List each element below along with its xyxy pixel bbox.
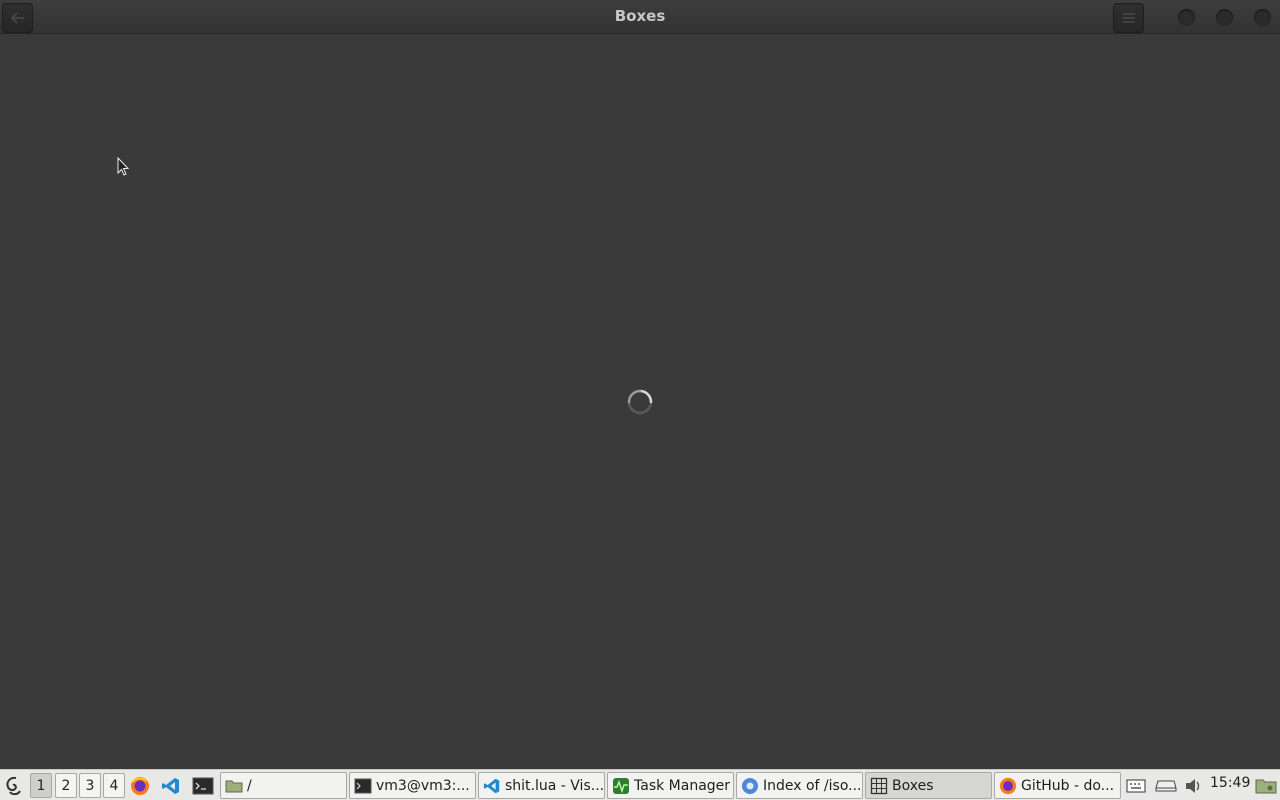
task-vscode[interactable]: shit.lua - Vis... [478, 772, 605, 799]
task-firefox[interactable]: GitHub - do... [994, 772, 1121, 799]
loading-spinner-icon [625, 387, 655, 417]
hamburger-menu-icon [1122, 9, 1136, 28]
task-label: vm3@vm3:... [376, 777, 470, 794]
firefox-icon[interactable] [129, 773, 151, 798]
task-boxes[interactable]: Boxes [865, 772, 992, 799]
workspace-4-button[interactable]: 4 [103, 773, 125, 798]
drive-icon[interactable] [1154, 773, 1178, 798]
workspace-1-button[interactable]: 1 [30, 773, 52, 798]
mouse-pointer-icon [117, 156, 130, 181]
workspace-3-button[interactable]: 3 [79, 773, 101, 798]
keyboard-icon[interactable] [1125, 773, 1147, 798]
task-manager-icon [612, 777, 630, 795]
task-file-manager[interactable]: / [220, 772, 347, 799]
task-label: shit.lua - Vis... [505, 777, 605, 794]
chromium-icon [741, 777, 759, 795]
debian-swirl-icon[interactable] [2, 773, 26, 798]
terminal-icon[interactable] [191, 773, 215, 798]
vscode-icon [483, 777, 501, 795]
taskbar: 1 2 3 4 / vm3@vm3:... shit.lua - Vis... … [0, 769, 1280, 800]
task-label: GitHub - do... [1021, 777, 1115, 794]
vscode-icon[interactable] [160, 773, 182, 798]
minimize-button[interactable] [1178, 9, 1195, 26]
task-label: Boxes [892, 777, 934, 794]
menu-button[interactable] [1113, 3, 1144, 33]
firefox-icon [999, 777, 1017, 795]
task-terminal[interactable]: vm3@vm3:... [349, 772, 476, 799]
volume-icon[interactable] [1183, 773, 1205, 798]
maximize-button[interactable] [1216, 9, 1233, 26]
close-button[interactable] [1254, 9, 1271, 26]
boxes-icon [870, 777, 888, 795]
folder-icon[interactable] [1254, 773, 1278, 798]
task-browser[interactable]: Index of /iso... [736, 772, 863, 799]
main-content [0, 35, 1280, 769]
task-task-manager[interactable]: Task Manager [607, 772, 734, 799]
header-bar: Boxes [0, 0, 1280, 34]
terminal-icon [354, 777, 372, 795]
clock[interactable]: 15:49 [1210, 775, 1250, 791]
folder-icon [225, 777, 243, 795]
task-label: / [247, 777, 252, 794]
workspace-2-button[interactable]: 2 [55, 773, 77, 798]
task-label: Index of /iso... [763, 777, 862, 794]
task-label: Task Manager [634, 777, 731, 794]
window-title: Boxes [614, 7, 666, 25]
